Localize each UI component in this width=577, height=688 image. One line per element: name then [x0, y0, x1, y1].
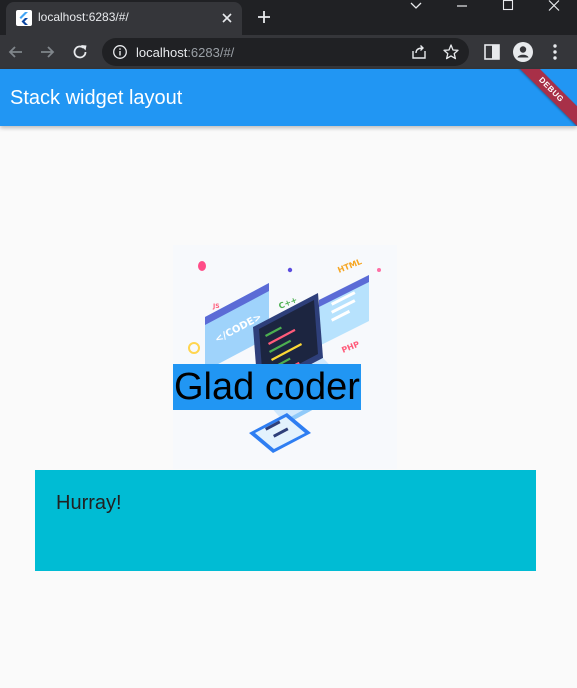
hurray-container: Hurray!	[35, 470, 536, 571]
minimize-button[interactable]	[439, 0, 485, 35]
tab-search-button[interactable]	[393, 0, 439, 35]
maximize-icon	[502, 0, 514, 11]
debug-banner: DEBUG	[503, 69, 577, 126]
close-icon	[548, 0, 560, 11]
app-bar: Stack widget layout DEBUG	[0, 69, 577, 126]
hurray-text: Hurray!	[56, 492, 122, 514]
bookmark-star-icon[interactable]	[442, 43, 460, 61]
browser-tab[interactable]: localhost:6283/#/	[6, 2, 242, 35]
reload-icon[interactable]	[69, 41, 91, 63]
url-host: localhost	[136, 45, 188, 60]
close-tab-icon[interactable]	[219, 10, 235, 26]
chevron-down-icon	[410, 2, 422, 9]
minimize-icon	[457, 5, 467, 7]
url-text: localhost:6283/#/	[136, 45, 234, 60]
tab-title: localhost:6283/#/	[38, 10, 129, 24]
back-arrow-icon[interactable]	[5, 41, 27, 63]
flutter-favicon-icon	[16, 10, 32, 26]
forward-arrow-icon[interactable]	[36, 41, 58, 63]
new-tab-icon[interactable]	[255, 8, 273, 26]
site-info-icon[interactable]	[112, 44, 128, 60]
close-window-button[interactable]	[531, 0, 577, 35]
overlay-text: Glad coder	[173, 364, 361, 410]
url-path: :6283/#/	[187, 45, 235, 60]
browser-tab-bar: localhost:6283/#/	[0, 0, 577, 35]
profile-avatar-icon[interactable]	[512, 41, 534, 63]
browser-toolbar: localhost:6283/#/	[0, 35, 577, 69]
maximize-button[interactable]	[485, 0, 531, 35]
app-bar-title: Stack widget layout	[10, 87, 183, 109]
share-icon[interactable]	[410, 43, 428, 61]
more-menu-icon[interactable]	[544, 41, 566, 63]
address-bar[interactable]: localhost:6283/#/	[102, 38, 469, 66]
coder-illustration: </CODE> HTML C++ PHP JS	[173, 245, 397, 469]
side-panel-icon[interactable]	[481, 41, 503, 63]
js-label: JS	[212, 303, 220, 310]
